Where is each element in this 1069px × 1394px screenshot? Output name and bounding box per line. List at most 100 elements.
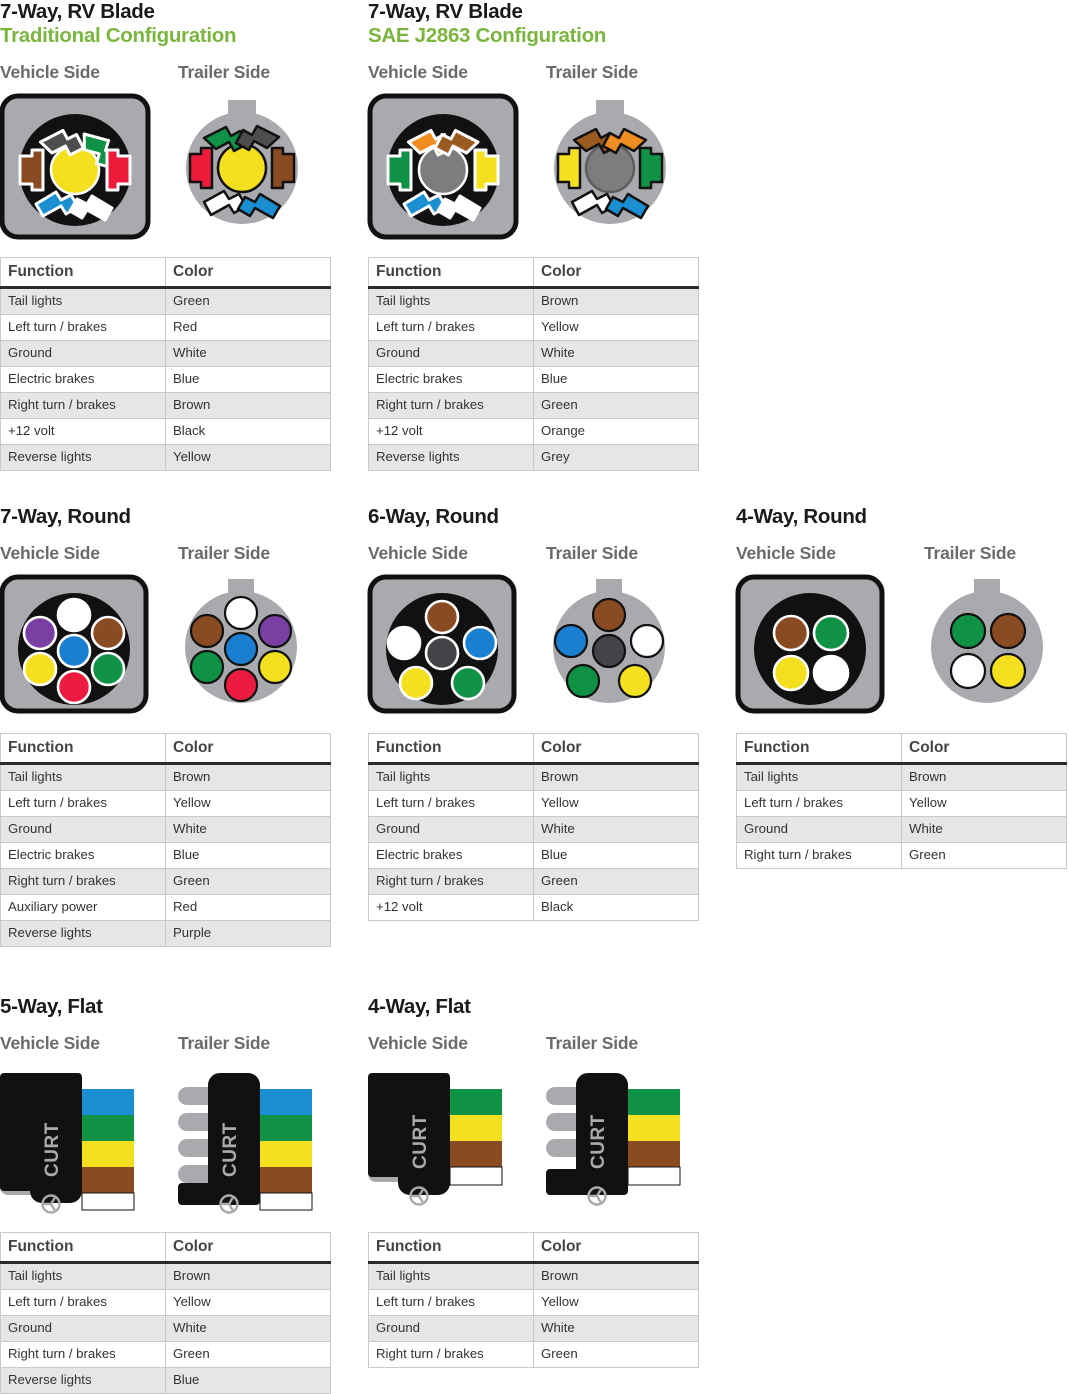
connector-graphics: CURT CURT [0, 1065, 340, 1214]
flat5-vehicle-svg: CURT [0, 1073, 135, 1214]
cell-color: Green [165, 287, 331, 315]
vehicle-side-label: Vehicle Side [368, 62, 468, 82]
table-body: Tail lights Brown Left turn / brakes Yellow… [0, 1262, 331, 1394]
pin-upper-right [257, 613, 293, 649]
connector-graphics [367, 574, 708, 715]
cell-function: Left turn / brakes [0, 1289, 166, 1316]
trailer-side-label: Trailer Side [178, 62, 270, 82]
table-row: +12 volt Orange [368, 418, 699, 445]
wiring-table-wrap: Function Color Tail lights Brown Left turn… [368, 257, 708, 471]
vehicle-connector-blade-traditional [0, 93, 151, 240]
cell-function: Ground [0, 816, 166, 843]
cell-function: Ground [736, 816, 902, 843]
trailer-connector-flat5: CURT [178, 1065, 323, 1214]
cell-color: Grey [533, 444, 699, 471]
pin-lower-right [617, 663, 653, 699]
header-function: Function [368, 733, 534, 765]
table-row: Left turn / brakes Yellow [0, 1289, 331, 1316]
wiring-table-4way-flat: Function Color Tail lights Brown Left turn… [368, 1232, 699, 1368]
cell-color: White [165, 1315, 331, 1342]
blade-trailer-svg [186, 100, 298, 224]
cell-color: Green [533, 1341, 699, 1368]
table-row: Electric brakes Blue [0, 842, 331, 869]
pin-bottom [56, 669, 92, 705]
table-row: Ground White [736, 816, 1067, 843]
pin-top [223, 595, 259, 631]
header-color: Color [165, 733, 331, 765]
table-row: Tail lights Brown [0, 1262, 331, 1290]
cell-color: White [533, 1315, 699, 1342]
pin-upper-left [949, 612, 987, 650]
pin-right [462, 625, 498, 661]
cell-function: +12 volt [0, 418, 166, 445]
trailer-connector-flat4: CURT [546, 1065, 691, 1210]
cell-color: White [533, 816, 699, 843]
header-color: Color [533, 733, 699, 765]
cell-function: Right turn / brakes [368, 1341, 534, 1368]
pin-lower-left [949, 652, 987, 690]
wire-1 [628, 1089, 680, 1115]
table-row: Right turn / brakes Green [368, 392, 699, 419]
cell-color: Red [165, 314, 331, 341]
header-color: Color [165, 1232, 331, 1264]
pin-lower-left [189, 649, 225, 685]
table-row: Ground White [0, 340, 331, 367]
wire-4 [627, 1166, 681, 1186]
cell-color: Yellow [165, 1289, 331, 1316]
pin-center [216, 142, 268, 194]
pin-lower-left [22, 651, 58, 687]
table-header-row: Function Color [736, 733, 1067, 765]
trailer-connector-round7 [178, 575, 304, 707]
cell-color: Yellow [901, 790, 1067, 817]
pin-4 [556, 146, 582, 190]
table-row: Left turn / brakes Red [0, 314, 331, 341]
wiring-table-wrap: Function Color Tail lights Brown Left turn… [0, 733, 340, 947]
table-row: Tail lights Brown [0, 763, 331, 791]
pin-upper-left [772, 614, 810, 652]
cell-function: Electric brakes [368, 366, 534, 393]
round4-trailer-svg [931, 579, 1043, 703]
cell-function: Tail lights [368, 763, 534, 791]
header-function: Function [0, 1232, 166, 1264]
table-row: Reverse lights Grey [368, 444, 699, 471]
round6-trailer-svg [553, 579, 665, 703]
table-body: Tail lights Brown Left turn / brakes Yellow… [368, 287, 699, 471]
vehicle-side-label: Vehicle Side [0, 1033, 100, 1053]
cell-function: Right turn / brakes [368, 868, 534, 895]
side-labels: Vehicle Side Trailer Side [368, 543, 708, 569]
side-labels: Vehicle Side Trailer Side [0, 543, 340, 569]
round6-vehicle-svg [367, 574, 517, 714]
vehicle-connector-flat4: CURT [368, 1065, 513, 1210]
cell-color: White [901, 816, 1067, 843]
wiring-table-wrap: Function Color Tail lights Brown Left turn… [0, 1232, 340, 1394]
connector-card-5way-flat: 5-Way, Flat Vehicle Side Trailer Side CU… [0, 995, 340, 1394]
pin-right [629, 623, 665, 659]
header-function: Function [0, 733, 166, 765]
table-header-row: Function Color [368, 733, 699, 765]
cell-function: Right turn / brakes [0, 1341, 166, 1368]
table-body: Tail lights Brown Left turn / brakes Yellow… [368, 763, 699, 921]
cell-function: Ground [368, 340, 534, 367]
cell-function: Left turn / brakes [368, 1289, 534, 1316]
cell-color: Red [165, 894, 331, 921]
wire-4 [260, 1167, 312, 1193]
round7-vehicle-svg [0, 574, 149, 714]
cell-function: +12 volt [368, 418, 534, 445]
table-header-row: Function Color [0, 1232, 331, 1264]
wiring-table-wrap: Function Color Tail lights Brown Left turn… [368, 1232, 708, 1368]
table-row: Electric brakes Blue [0, 366, 331, 393]
pin-center [424, 635, 460, 671]
table-row: +12 volt Black [368, 894, 699, 921]
cell-color: Brown [901, 763, 1067, 791]
table-body: Tail lights Green Left turn / brakes Red Gro… [0, 287, 331, 471]
table-row: Ground White [368, 340, 699, 367]
table-header-row: Function Color [0, 257, 331, 289]
pin-4 [105, 148, 132, 192]
wire-2 [260, 1115, 312, 1141]
svg-text:CURT: CURT [588, 1114, 609, 1169]
wiring-reference-sheet: 7-Way, RV Blade Traditional Configuratio… [0, 0, 1069, 1394]
cell-function: Electric brakes [0, 366, 166, 393]
wire-2 [450, 1115, 502, 1141]
cell-function: Ground [368, 1315, 534, 1342]
pin-upper-left [189, 613, 225, 649]
